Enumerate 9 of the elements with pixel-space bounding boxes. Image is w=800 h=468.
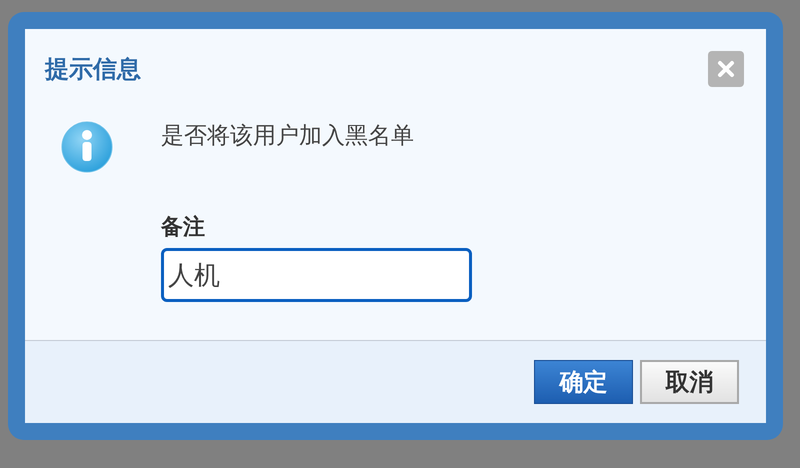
field-label: 备注 <box>161 214 206 242</box>
cancel-button[interactable]: 取消 <box>640 360 739 404</box>
close-icon <box>717 60 735 78</box>
close-button[interactable] <box>708 51 744 87</box>
confirm-button[interactable]: 确定 <box>534 360 633 404</box>
message-text: 是否将该用户加入黑名单 <box>161 122 415 151</box>
remark-input-field[interactable]: 人机 <box>161 248 472 302</box>
dialog-title: 提示信息 <box>45 54 141 85</box>
info-icon <box>61 121 113 173</box>
